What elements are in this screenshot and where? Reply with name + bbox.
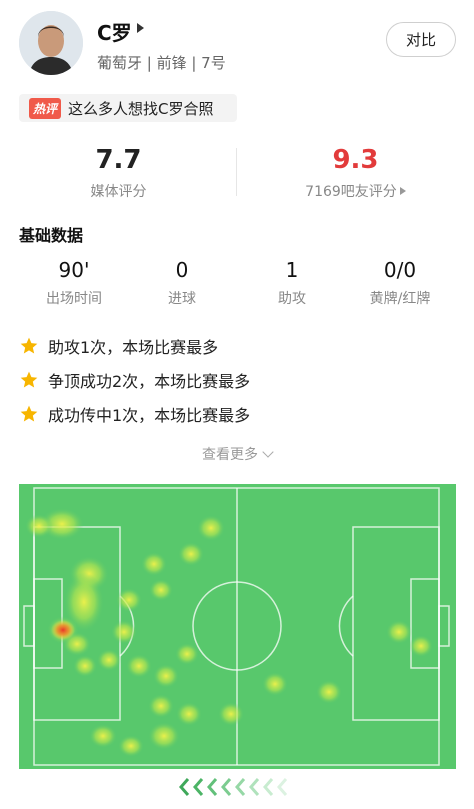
heatmap-pitch <box>19 484 456 769</box>
avatar-image <box>19 11 83 75</box>
chevron-left-icon <box>235 778 246 796</box>
media-rating-label: 媒体评分 <box>90 184 147 200</box>
stat-label: 黄牌/红牌 <box>369 291 431 307</box>
stat-label: 助攻 <box>278 291 306 307</box>
chevron-left-icon <box>179 778 190 796</box>
chevron-left-icon <box>263 778 274 796</box>
highlight-text: 争顶成功2次，本场比赛最多 <box>48 372 251 391</box>
stat-goals: 0 进球 <box>123 258 241 308</box>
fan-rating-value: 9.3 <box>332 145 379 175</box>
stat-label: 进球 <box>168 291 196 307</box>
player-header: C罗 葡萄牙 | 前锋 | 7号 对比 <box>0 0 474 88</box>
pitch-direction-indicator <box>178 777 290 799</box>
view-more-button[interactable]: 查看更多 <box>0 444 474 464</box>
stat-cards: 0/0 黄牌/红牌 <box>341 258 459 308</box>
player-meta: 葡萄牙 | 前锋 | 7号 <box>97 54 226 72</box>
player-name[interactable]: C罗 <box>97 17 132 46</box>
highlight-item: 成功传中1次，本场比赛最多 <box>19 401 250 427</box>
basic-stats-title: 基础数据 <box>19 226 84 245</box>
chevron-left-icon <box>221 778 232 796</box>
stat-value: 90' <box>58 258 90 282</box>
hot-comment-banner[interactable]: 热评 这么多人想找C罗合照 <box>19 94 237 122</box>
name-arrow-icon[interactable] <box>137 23 144 33</box>
star-icon <box>20 371 38 388</box>
highlight-item: 助攻1次，本场比赛最多 <box>19 333 218 359</box>
stat-assists: 1 助攻 <box>233 258 351 308</box>
stat-minutes: 90' 出场时间 <box>15 258 133 308</box>
highlight-item: 争顶成功2次，本场比赛最多 <box>19 367 250 393</box>
highlight-text: 成功传中1次，本场比赛最多 <box>48 406 251 425</box>
fan-rating-arrow-icon <box>399 187 406 195</box>
stat-value: 1 <box>285 258 299 282</box>
fan-rating-row[interactable]: 7169吧友评分 <box>237 181 474 201</box>
highlight-text: 助攻1次，本场比赛最多 <box>48 338 219 357</box>
fan-rating-label: 7169吧友评分 <box>305 184 397 200</box>
chevron-left-icon <box>249 778 260 796</box>
chevron-left-icon <box>193 778 204 796</box>
hot-comment-tag: 热评 <box>29 97 62 119</box>
view-more-label: 查看更多 <box>202 447 258 463</box>
stat-value: 0 <box>175 258 189 282</box>
chevron-down-icon <box>262 446 274 458</box>
compare-button[interactable]: 对比 <box>386 22 456 57</box>
stat-label: 出场时间 <box>46 291 102 307</box>
stat-value: 0/0 <box>383 258 417 282</box>
fan-rating[interactable]: 9.3 7169吧友评分 <box>237 140 474 210</box>
media-rating-value: 7.7 <box>95 145 142 175</box>
star-icon <box>20 337 38 354</box>
hot-comment-text: 这么多人想找C罗合照 <box>68 99 214 118</box>
player-avatar[interactable] <box>19 11 83 75</box>
star-icon <box>20 405 38 422</box>
media-rating: 7.7 媒体评分 <box>0 140 237 210</box>
heatmap-svg <box>23 487 450 766</box>
chevron-left-icon <box>207 778 218 796</box>
chevron-left-icon <box>277 778 288 796</box>
